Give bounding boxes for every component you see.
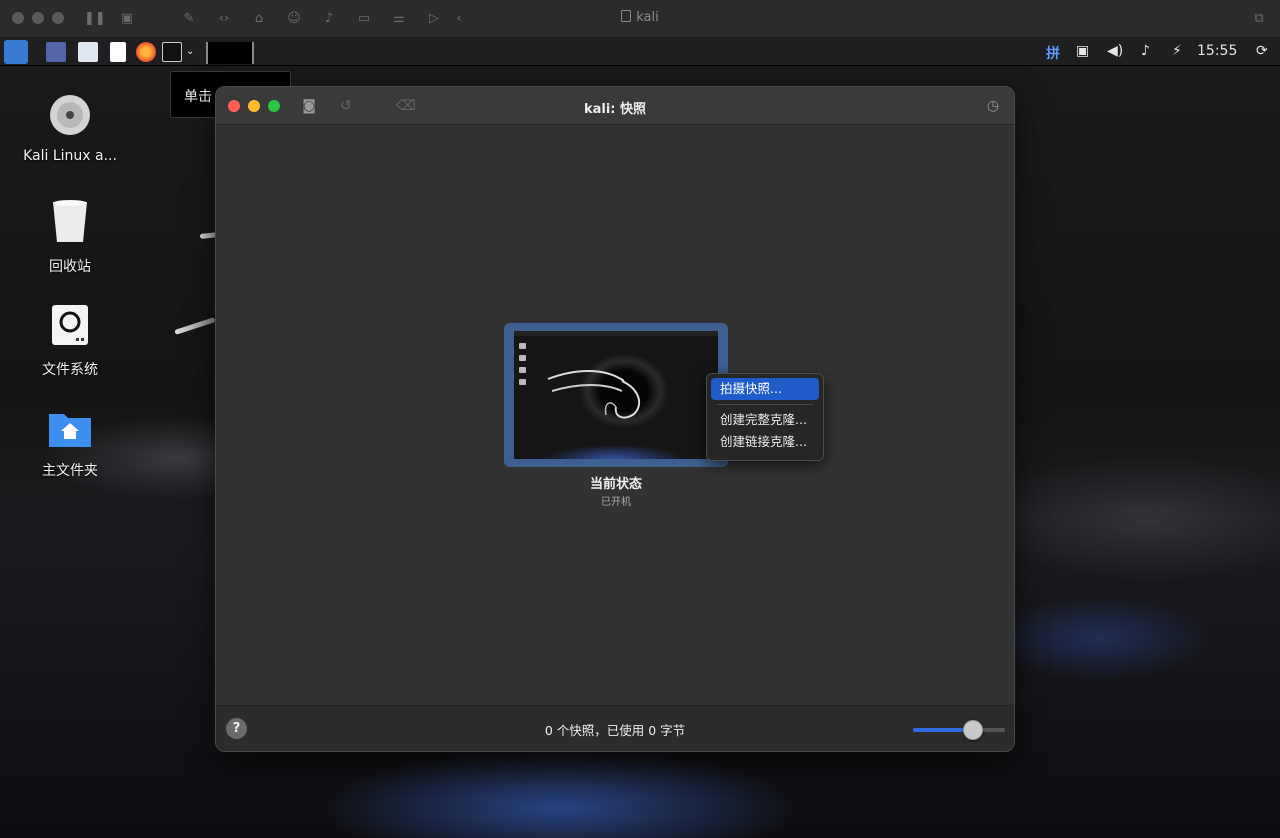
preview-taskbar [514,331,718,336]
desktop-item-label: 回收站 [49,259,91,275]
dialog-footer: ? 0 个快照，已使用 0 字节 [216,705,1014,751]
snapshot-name: 当前状态 [589,477,642,492]
preview-glow [514,437,718,459]
desktop-item-filesystem[interactable]: 文件系统 [10,303,130,379]
current-state-thumbnail[interactable] [504,323,728,467]
desktop-item-label: 主文件夹 [42,463,98,479]
zoom-slider[interactable] [913,720,1005,740]
kali-menu-icon[interactable] [4,40,28,64]
zoom-slider-knob[interactable] [962,720,983,740]
fullscreen-icon[interactable]: ⧉ [1250,10,1268,28]
host-window-titlebar: ❚❚ ▣ ✎ ‹› ⌂ ☺ ♪ ▭ ⚌ ▷ ‹ kali ⧉ [0,0,1280,38]
snapshots-dialog: ◙ ↺ ⌫ kali: 快照 ◷ 当前状态 已开机 拍摄快照... 创建完整克隆… [215,86,1015,752]
input-method-indicator[interactable]: 拼 [1046,43,1060,63]
clock[interactable]: 15:55 [1197,43,1237,59]
network-icon[interactable]: ▣ [1076,43,1089,59]
preview-icon [519,367,526,373]
home-folder-icon [49,414,91,447]
text-editor-icon[interactable] [110,42,126,62]
file-manager-icon[interactable] [78,42,98,62]
wallpaper-streak [174,317,216,335]
workspace-switcher[interactable] [206,42,254,64]
notification-bell-icon[interactable]: ♪ [1141,43,1150,59]
volume-icon[interactable]: ◀) [1107,43,1123,59]
snapshot-status: 0 个快照，已使用 0 字节 [544,723,686,738]
menu-separator [717,404,813,405]
menu-item-linked-clone[interactable]: 创建链接克隆... [711,431,819,453]
snapshot-state: 已开机 [601,497,631,508]
kali-dragon-icon [547,370,641,419]
power-icon[interactable]: ⚡ [1172,43,1182,59]
snapshot-canvas: 当前状态 已开机 拍摄快照... 创建完整克隆... 创建链接克隆... [216,125,1014,707]
taskbar: ⌄ 拼 ▣ ◀) ♪ ⚡ 15:55 ⟳ [0,38,1280,66]
preview-icon [519,379,526,385]
clock-icon[interactable]: ◷ [984,97,1002,115]
desktop-item-kali-disc[interactable]: Kali Linux a... [10,94,130,164]
desktop-icon[interactable] [46,42,66,62]
trash-icon [53,200,87,242]
desktop-item-home[interactable]: 主文件夹 [10,410,130,480]
terminal-icon[interactable] [162,42,182,62]
menu-item-full-clone[interactable]: 创建完整克隆... [711,409,819,431]
dialog-titlebar: ◙ ↺ ⌫ kali: 快照 ◷ [216,87,1014,125]
desktop-item-label: Kali Linux a... [23,148,117,164]
logout-icon[interactable]: ⟳ [1256,43,1268,59]
disc-icon [50,95,90,135]
preview-icon [519,343,526,349]
desktop-item-label: 文件系统 [42,362,98,378]
chevron-down-icon[interactable]: ⌄ [186,46,194,57]
desktop-item-trash[interactable]: 回收站 [10,198,130,276]
drive-icon [52,305,88,345]
preview-icon [519,355,526,361]
host-window-title: kali [0,10,1280,25]
context-menu: 拍摄快照... 创建完整克隆... 创建链接克隆... [706,373,824,461]
firefox-icon[interactable] [136,42,156,62]
dialog-title: kali: 快照 [583,102,647,117]
document-icon [621,10,632,22]
vm-screenshot-preview [514,331,718,459]
host-title-text: kali [636,10,659,25]
menu-item-take-snapshot[interactable]: 拍摄快照... [711,378,819,400]
